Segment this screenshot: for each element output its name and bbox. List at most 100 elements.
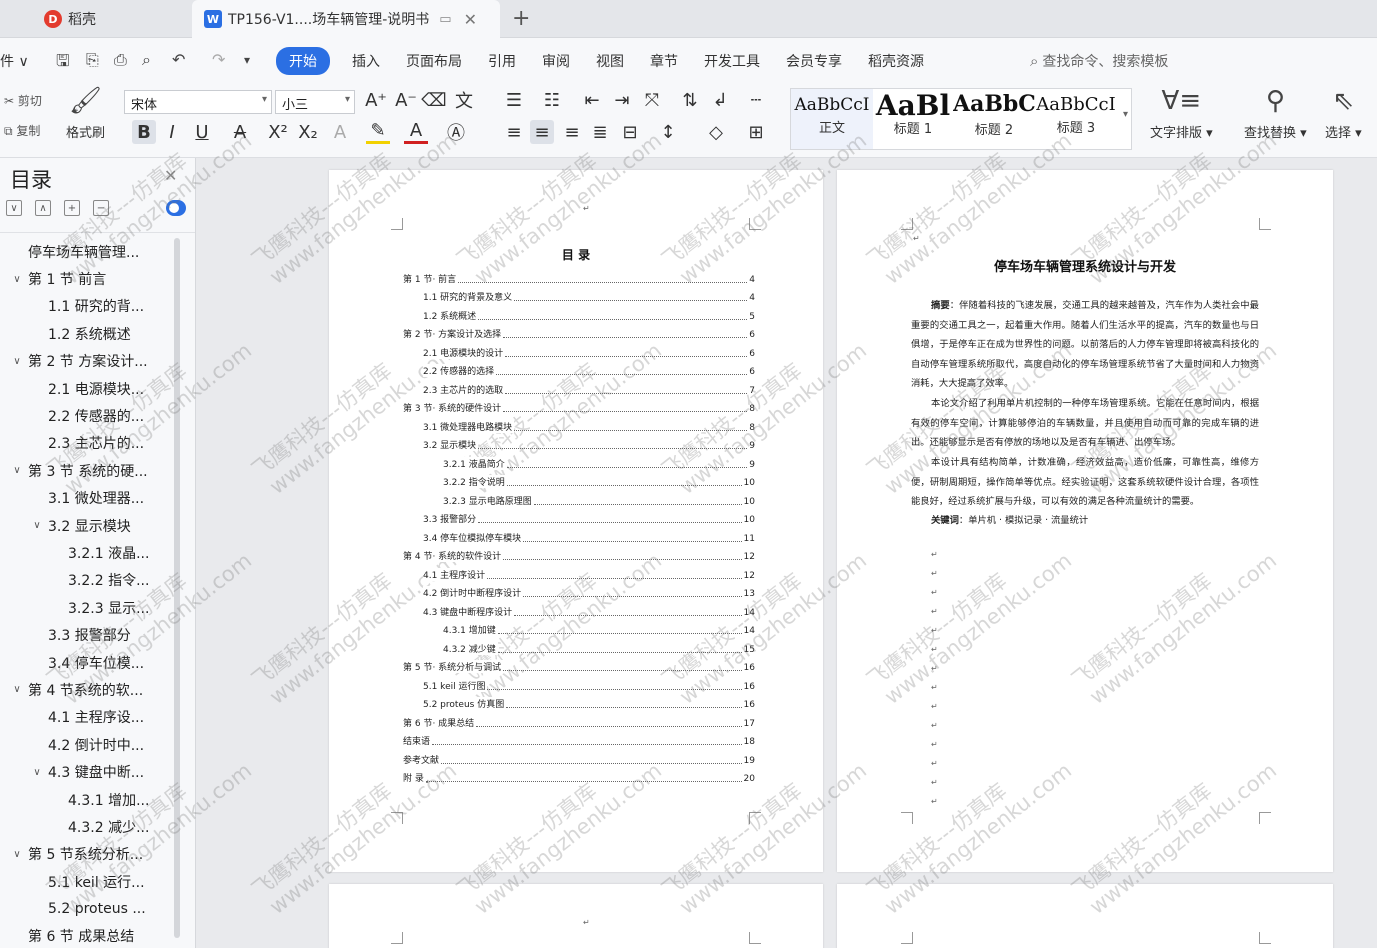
style-heading-1[interactable]: AaBl 标题 1 bbox=[873, 89, 953, 149]
customize-qa-icon[interactable]: ▾ bbox=[244, 53, 250, 67]
shading-icon[interactable]: ◇ bbox=[704, 120, 728, 144]
outline-item[interactable]: ∨ 第 5 节系统分析... bbox=[0, 841, 172, 868]
outline-item[interactable]: 3.2.3 显示... bbox=[0, 594, 172, 621]
new-tab-button[interactable]: + bbox=[512, 6, 530, 31]
ruler-icon[interactable]: ┄ bbox=[744, 88, 768, 112]
outline-item[interactable]: 5.1 keil 运行... bbox=[0, 868, 172, 895]
toc-row[interactable]: 4.2 倒计时中断程序设计 13 bbox=[403, 581, 755, 599]
select-button[interactable]: ⇖ 选择 ▾ bbox=[1325, 86, 1362, 141]
line-spacing-icon[interactable]: ↕ bbox=[656, 120, 680, 144]
bold-button[interactable]: B bbox=[132, 120, 156, 144]
undo-icon[interactable]: ↶ bbox=[172, 50, 185, 69]
italic-button[interactable]: I bbox=[160, 120, 184, 144]
toc-row[interactable]: 3.3 报警部分 10 bbox=[403, 507, 755, 525]
font-name-select[interactable]: 宋体 ▾ bbox=[124, 90, 272, 114]
tab-docer-resources[interactable]: 稻壳资源 bbox=[868, 48, 924, 74]
borders-icon[interactable]: ⊞ bbox=[744, 120, 768, 144]
grow-font-icon[interactable]: A⁺ bbox=[364, 88, 388, 112]
chevron-down-icon[interactable]: ∨ bbox=[30, 520, 44, 531]
phonetic-icon[interactable]: 文 bbox=[452, 88, 476, 112]
copy-button[interactable]: ⧉ 复制 bbox=[4, 122, 40, 139]
tab-start[interactable]: 开始 bbox=[276, 47, 330, 75]
export-pdf-icon[interactable]: ⎘ bbox=[86, 50, 99, 70]
highlight-button[interactable]: ✎ bbox=[366, 120, 390, 144]
bullet-list-icon[interactable]: ☰ bbox=[502, 88, 526, 112]
toc-row[interactable]: 3.2 显示模块 9 bbox=[403, 433, 755, 451]
cut-button[interactable]: ✂ 剪切 bbox=[4, 92, 42, 109]
sort-icon[interactable]: ⇅ bbox=[678, 88, 702, 112]
toc-row[interactable]: 第 6 节· 成果总结 17 bbox=[403, 710, 755, 729]
toc-row[interactable]: 第 2 节· 方案设计及选择 6 bbox=[403, 322, 755, 340]
outline-item[interactable]: 3.4 停车位模... bbox=[0, 649, 172, 676]
toc-row[interactable]: 5.1 keil 运行图 16 bbox=[403, 673, 755, 692]
expand-icon[interactable]: ∧ bbox=[35, 200, 51, 216]
clear-format-icon[interactable]: ⌫ bbox=[421, 88, 446, 112]
toc-row[interactable]: 4.3 键盘中断程序设计 14 bbox=[403, 599, 755, 618]
outline-item[interactable]: ∨ 第 1 节 前言 bbox=[0, 265, 172, 292]
toc-row[interactable]: 3.4 停车位模拟停车模块 11 bbox=[403, 525, 755, 544]
chinese-layout-icon[interactable]: ⤧ bbox=[640, 88, 664, 112]
format-painter-button[interactable]: 🖌 格式刷 bbox=[66, 86, 105, 141]
toc-row[interactable]: 第 1 节· 前言 4 bbox=[403, 266, 755, 285]
toc-row[interactable]: 第 4 节· 系统的软件设计 12 bbox=[403, 544, 755, 562]
outline-item[interactable]: 4.3.1 增加... bbox=[0, 786, 172, 813]
document-area[interactable]: ↵ 目 录 第 1 节· 前言 4 1.1 研究的背景及意义 4 1.2 系统概述 5 第 … bbox=[197, 158, 1377, 948]
page-abstract[interactable]: ↵ 停车场车辆管理系统设计与开发 摘要：伴随着科技的飞速发展，交通工具的越来越普… bbox=[837, 170, 1333, 872]
outline-item[interactable]: ∨ 第 2 节 方案设计... bbox=[0, 348, 172, 375]
toc-row[interactable]: 附 录 20 bbox=[403, 766, 755, 784]
outline-item[interactable]: 1.1 研究的背... bbox=[0, 293, 172, 320]
outline-item[interactable]: ∨ 第 4 节系统的软... bbox=[0, 676, 172, 703]
toc-row[interactable]: 4.1 主程序设计 12 bbox=[403, 562, 755, 581]
toc-row[interactable]: 3.2.3 显示电路原理图 10 bbox=[403, 488, 755, 507]
chevron-down-icon[interactable]: ∨ bbox=[10, 356, 24, 367]
toc-row[interactable]: 结束语 18 bbox=[403, 729, 755, 747]
outline-item[interactable]: 5.2 proteus ... bbox=[0, 895, 172, 922]
outline-item[interactable]: 4.2 倒计时中... bbox=[0, 731, 172, 758]
tab-insert[interactable]: 插入 bbox=[352, 48, 380, 74]
numbered-list-icon[interactable]: ☷ bbox=[540, 88, 564, 112]
page-toc[interactable]: ↵ 目 录 第 1 节· 前言 4 1.1 研究的背景及意义 4 1.2 系统概述 5 第 … bbox=[329, 170, 823, 872]
toc-row[interactable]: 2.3 主芯片的的选取 7 bbox=[403, 377, 755, 396]
toc-row[interactable]: 3.2.2 指令说明 10 bbox=[403, 470, 755, 488]
strikethrough-button[interactable]: A bbox=[228, 120, 252, 144]
style-heading-3[interactable]: AaBbCcI 标题 3 bbox=[1035, 89, 1117, 149]
outline-item[interactable]: 2.2 传感器的... bbox=[0, 402, 172, 429]
align-right-icon[interactable]: ≡ bbox=[560, 120, 584, 144]
align-left-icon[interactable]: ≡ bbox=[502, 120, 526, 144]
print-icon[interactable]: ⎙ bbox=[114, 50, 127, 70]
tab-page-layout[interactable]: 页面布局 bbox=[406, 48, 462, 74]
close-icon[interactable]: ✕ bbox=[164, 166, 177, 185]
outline-item[interactable]: 2.3 主芯片的... bbox=[0, 430, 172, 457]
tab-document[interactable]: W TP156-V1....场车辆管理-说明书 ▭ ✕ bbox=[192, 0, 500, 38]
underline-button[interactable]: U bbox=[190, 120, 214, 144]
align-center-icon[interactable]: ≡ bbox=[530, 120, 554, 144]
toc-row[interactable]: 5.2 proteus 仿真图 16 bbox=[403, 692, 755, 710]
tab-chapter[interactable]: 章节 bbox=[650, 48, 678, 74]
outline-item[interactable]: 2.1 电源模块... bbox=[0, 375, 172, 402]
sync-toggle[interactable] bbox=[166, 200, 186, 216]
tab-review[interactable]: 审阅 bbox=[542, 48, 570, 74]
shrink-font-icon[interactable]: A⁻ bbox=[394, 88, 418, 112]
add-heading-icon[interactable]: + bbox=[64, 200, 80, 216]
toc-row[interactable]: 3.1 微处理器电路模块 8 bbox=[403, 414, 755, 433]
decrease-indent-icon[interactable]: ⇤ bbox=[580, 88, 604, 112]
remove-heading-icon[interactable]: − bbox=[93, 200, 109, 216]
char-border-button[interactable]: Ⓐ bbox=[444, 120, 468, 144]
font-color-button[interactable]: A bbox=[404, 120, 428, 144]
chevron-down-icon[interactable]: ∨ bbox=[10, 684, 24, 695]
toc-row[interactable]: 第 3 节· 系统的硬件设计 8 bbox=[403, 396, 755, 414]
tab-docer-home[interactable]: D 稻壳 bbox=[30, 0, 190, 38]
outline-item[interactable]: ∨ 3.2 显示模块 bbox=[0, 512, 172, 539]
style-gallery-more-icon[interactable]: ▾ bbox=[1123, 109, 1128, 120]
tab-references[interactable]: 引用 bbox=[488, 48, 516, 74]
outline-item[interactable]: 3.3 报警部分 bbox=[0, 621, 172, 648]
screen-icon[interactable]: ▭ bbox=[439, 12, 451, 27]
find-replace-button[interactable]: ⚲ 查找替换 ▾ bbox=[1244, 86, 1307, 141]
toc-row[interactable]: 3.2.1 液晶简介 9 bbox=[403, 451, 755, 470]
outline-item[interactable]: 第 6 节 成果总结 bbox=[0, 923, 172, 948]
chevron-down-icon[interactable]: ∨ bbox=[10, 465, 24, 476]
style-heading-2[interactable]: AaBbC 标题 2 bbox=[953, 89, 1035, 149]
outline-item[interactable]: 4.3.2 减少... bbox=[0, 813, 172, 840]
outline-item[interactable]: 停车场车辆管理... bbox=[0, 238, 172, 265]
text-effect-button[interactable]: A bbox=[328, 120, 352, 144]
